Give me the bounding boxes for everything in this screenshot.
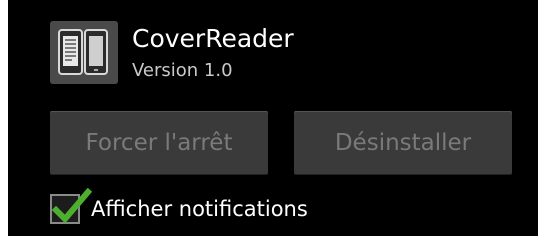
app-version: Version 1.0 (132, 60, 233, 81)
book-reader-icon (50, 21, 118, 84)
show-notifications-label: Afficher notifications (91, 197, 308, 221)
check-icon (51, 188, 92, 224)
show-notifications-row[interactable]: Afficher notifications (50, 188, 350, 228)
app-info-screen: CoverReader Version 1.0 Forcer l'arrêt D… (8, 0, 538, 236)
app-name: CoverReader (132, 24, 294, 53)
force-stop-button[interactable]: Forcer l'arrêt (50, 111, 268, 175)
uninstall-button[interactable]: Désinstaller (294, 111, 512, 175)
